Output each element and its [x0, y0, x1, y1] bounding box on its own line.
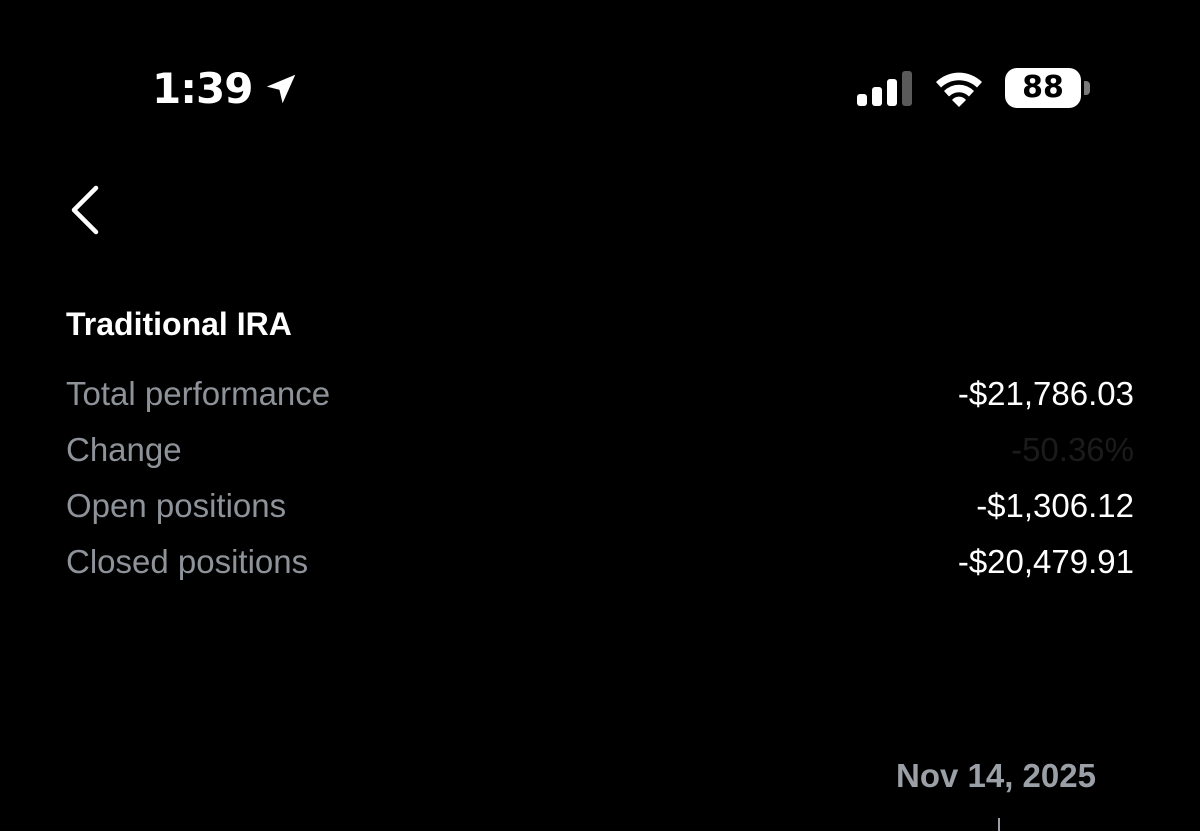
status-time: 1:39	[152, 64, 253, 113]
metric-value: -50.36%	[1011, 431, 1134, 468]
metric-value: -$20,479.91	[957, 543, 1134, 580]
chart-selected-date: Nov 14, 2025	[896, 757, 1096, 794]
battery-level: 88	[1022, 70, 1064, 105]
metric-row-open-positions: Open positions -$1,306.12	[66, 478, 1134, 534]
chart-cursor-line[interactable]	[998, 818, 1000, 831]
metric-row-change: Change -50.36%	[66, 422, 1134, 478]
account-title: Traditional IRA	[66, 306, 292, 342]
metric-label: Closed positions	[66, 543, 309, 580]
battery-icon: 88	[1005, 68, 1090, 108]
cellular-signal-icon	[857, 71, 912, 106]
metric-label: Total performance	[66, 375, 331, 412]
metric-row-total-performance: Total performance -$21,786.03	[66, 366, 1134, 422]
metric-label: Open positions	[66, 487, 287, 524]
status-bar: 1:39 88	[0, 0, 1200, 130]
metric-value: -$21,786.03	[957, 375, 1134, 412]
battery-cap	[1084, 81, 1090, 95]
back-button[interactable]	[58, 182, 114, 238]
performance-metrics: Total performance -$21,786.03 Change -50…	[66, 366, 1134, 590]
metric-label: Change	[66, 431, 182, 468]
wifi-icon	[936, 72, 982, 107]
chevron-left-icon	[71, 185, 99, 235]
metric-value: -$1,306.12	[976, 487, 1134, 524]
metric-row-closed-positions: Closed positions -$20,479.91	[66, 534, 1134, 590]
status-time-group: 1:39	[152, 64, 300, 114]
location-arrow-icon	[267, 74, 296, 104]
battery-body: 88	[1005, 68, 1081, 108]
status-indicators: 88	[855, 66, 1090, 110]
